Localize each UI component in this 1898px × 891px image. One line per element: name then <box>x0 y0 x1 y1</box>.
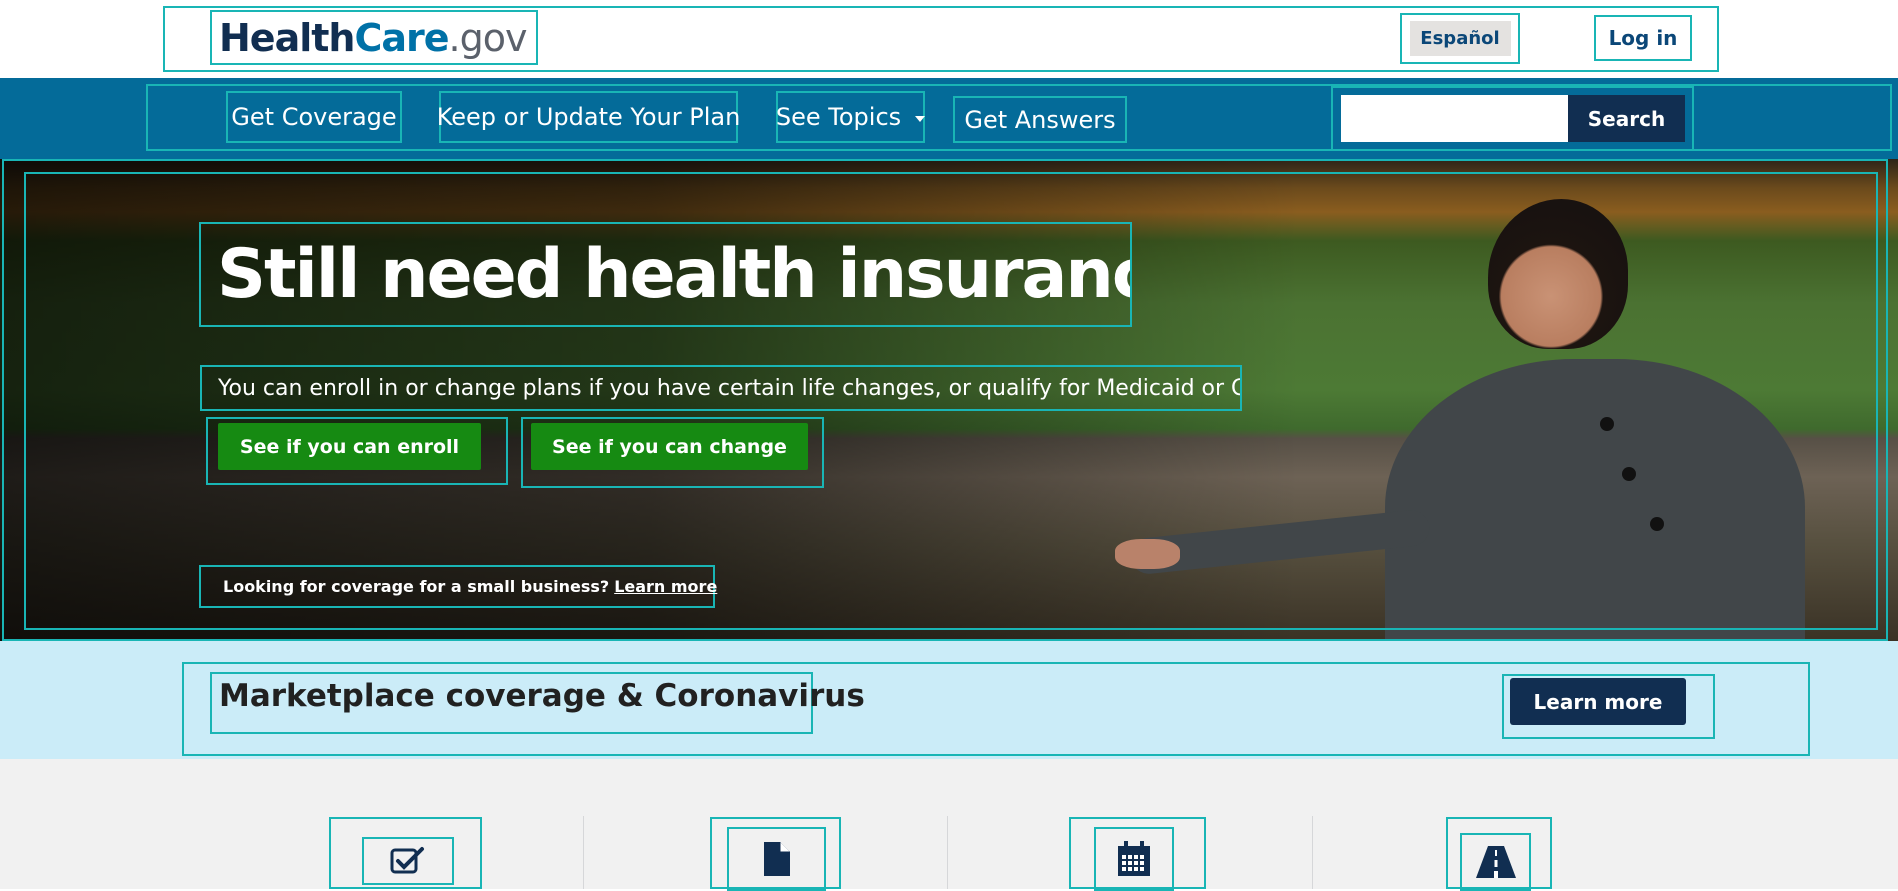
road-icon <box>1475 846 1516 878</box>
caret-down-icon <box>915 115 926 122</box>
coronavirus-learn-more-button[interactable]: Learn more <box>1510 678 1686 725</box>
language-toggle-button[interactable]: Español <box>1409 21 1511 56</box>
small-business-text: Looking for coverage for a small busines… <box>223 577 610 596</box>
nav-get-answers[interactable]: Get Answers <box>953 96 1127 143</box>
card-checkbox-icon-frame <box>362 837 454 885</box>
card-road-container[interactable] <box>1446 817 1552 891</box>
nav-keep-or-update-plan[interactable]: Keep or Update Your Plan <box>437 91 740 143</box>
coronavirus-banner-title: Marketplace coverage & Coronavirus <box>210 672 865 734</box>
card-road-icon-frame <box>1460 833 1531 891</box>
card-calendar-container[interactable] <box>1069 817 1206 891</box>
logo-text-care: Care <box>354 15 449 60</box>
search-form: Search <box>1331 86 1694 151</box>
login-button[interactable]: Log in <box>1594 15 1692 61</box>
see-if-you-can-enroll-button[interactable]: See if you can enroll <box>218 423 481 470</box>
document-icon <box>763 842 790 876</box>
checkbox-icon <box>390 847 424 874</box>
card-divider <box>1312 816 1313 889</box>
small-business-learn-more-link[interactable]: Learn more <box>614 577 717 596</box>
coronavirus-learn-more-container: Learn more <box>1502 674 1715 739</box>
see-if-you-can-change-button[interactable]: See if you can change <box>531 423 808 470</box>
calendar-icon <box>1118 841 1150 876</box>
feature-cards-section <box>0 759 1898 889</box>
search-input[interactable] <box>1341 95 1568 142</box>
healthcare-gov-logo[interactable]: Health Care .gov <box>210 10 538 65</box>
search-button[interactable]: Search <box>1568 95 1685 142</box>
card-checkbox-container[interactable] <box>329 817 482 889</box>
nav-see-topics[interactable]: See Topics <box>775 91 926 143</box>
logo-text-health: Health <box>219 15 355 60</box>
card-calendar-icon-frame <box>1094 827 1174 891</box>
language-toggle-container: Español <box>1400 13 1520 64</box>
logo-text-gov: .gov <box>448 15 528 60</box>
nav-get-coverage[interactable]: Get Coverage <box>226 91 402 143</box>
enroll-button-container: See if you can enroll <box>206 417 508 485</box>
card-divider <box>947 816 948 889</box>
change-button-container: See if you can change <box>521 417 824 488</box>
card-document-container[interactable] <box>710 817 841 891</box>
nav-see-topics-label: See Topics <box>775 103 902 131</box>
hero-subtitle: You can enroll in or change plans if you… <box>200 365 1242 411</box>
small-business-notice: Looking for coverage for a small busines… <box>199 565 717 608</box>
card-divider <box>583 816 584 889</box>
card-document-icon-frame <box>727 827 826 891</box>
hero-title: Still need health insurance? <box>199 222 1132 327</box>
